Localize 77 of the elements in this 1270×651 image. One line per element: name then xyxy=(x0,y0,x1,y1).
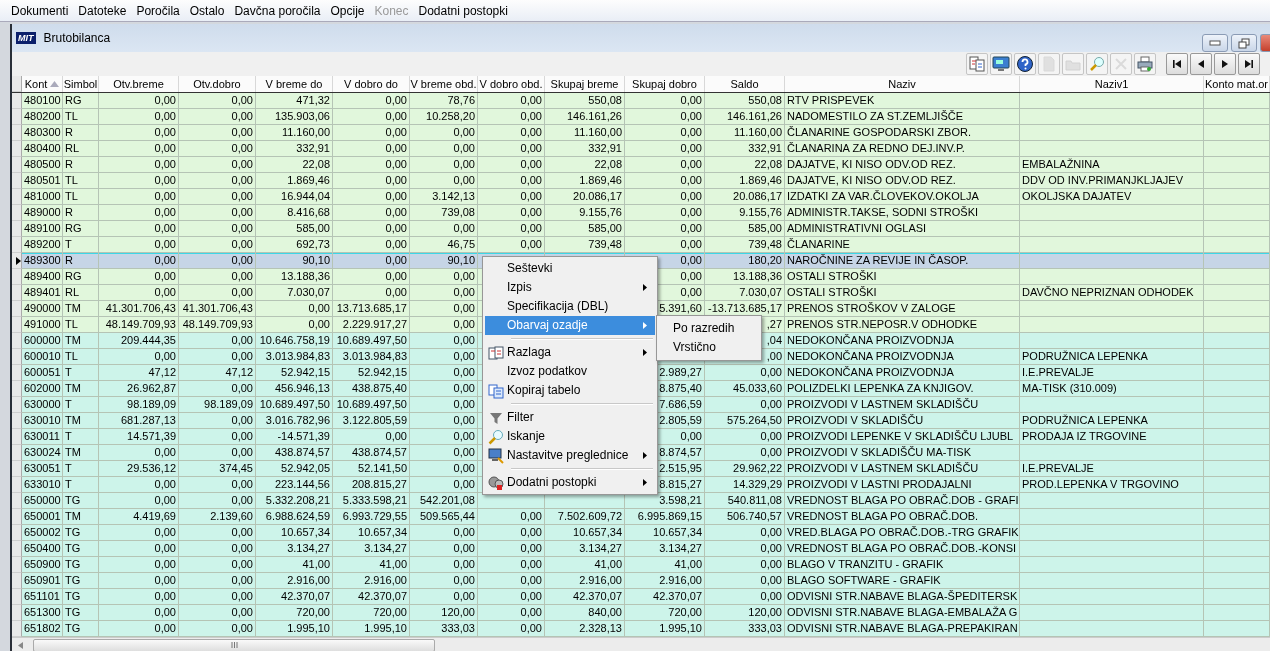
search-button[interactable] xyxy=(1086,53,1108,75)
copy-icon xyxy=(488,382,504,399)
menu-item[interactable]: Razlaga xyxy=(485,343,655,362)
split-doc-button[interactable] xyxy=(966,53,988,75)
table-row[interactable]: 650001 TM 4.419,69 2.139,60 6.988.624,59 6.993.729,55 509.565,44 0,00 7.502.609,72 6.995.869,15 506.740,57 VREDNOST BLAGA PO OBRAČ.DOB. xyxy=(12,509,1270,525)
page-icon xyxy=(1040,55,1058,73)
table-row[interactable]: 651300 TG 0,00 0,00 720,00 720,00 120,00 0,00 840,00 720,00 120,00 ODVISNI STR.NABAVE BLAGA-EMBALAŽA G xyxy=(12,605,1270,621)
table-row[interactable]: 480200 TL 0,00 0,00 135.903,06 0,00 10.258,20 0,00 146.161,26 0,00 146.161,26 NADOMESTILO ZA ST.ZEMLJIŠČE xyxy=(12,109,1270,125)
column-header[interactable]: Konto mat.or xyxy=(1204,76,1270,92)
menu-item[interactable]: Ostalo xyxy=(184,3,230,18)
table-row[interactable]: 489000 R 0,00 0,00 8.416,68 0,00 739,08 0,00 9.155,76 0,00 9.155,76 ADMINISTR.TAKSE, SODNI STROŠKI xyxy=(12,205,1270,221)
column-header[interactable]: Simbol xyxy=(63,76,99,92)
column-header[interactable]: Naziv xyxy=(785,76,1020,92)
documents-icon xyxy=(968,55,986,73)
column-header[interactable]: Kont xyxy=(22,76,63,92)
menu-item[interactable]: Dodatni postopki xyxy=(413,3,513,18)
menu-item[interactable]: Davčna poročila xyxy=(229,3,326,18)
table-row[interactable]: 489200 T 0,00 0,00 692,73 0,00 46,75 0,00 739,48 0,00 739,48 ČLANARINE xyxy=(12,237,1270,253)
restore-icon xyxy=(1238,37,1250,49)
table-row[interactable]: 480100 RG 0,00 0,00 471,32 0,00 78,76 0,00 550,08 0,00 550,08 RTV PRISPEVEK xyxy=(12,93,1270,109)
row-selector[interactable] xyxy=(12,253,22,269)
table-row[interactable]: 651802 TG 0,00 0,00 1.995,10 1.995,10 333,03 0,00 2.328,13 1.995,10 333,03 ODVISNI STR.NABAVE BLAGA-PREPAKIRAN xyxy=(12,621,1270,637)
table-row[interactable]: 481000 TL 0,00 0,00 16.944,04 0,00 3.142,13 0,00 20.086,17 0,00 20.086,17 IZDATKI ZA VAR.ČLOVEKOV.OKOLJA OKOLJSKA DAJATEV xyxy=(12,189,1270,205)
last-button[interactable] xyxy=(1238,53,1260,75)
print-button[interactable] xyxy=(1134,53,1156,75)
horizontal-scrollbar[interactable] xyxy=(12,637,1270,651)
help-icon xyxy=(1016,55,1034,73)
column-header[interactable]: Naziv1 xyxy=(1020,76,1204,92)
menu-item[interactable]: Poročila xyxy=(131,3,185,18)
scroll-left-icon[interactable] xyxy=(18,641,23,649)
column-header[interactable]: Skupaj breme xyxy=(545,76,625,92)
submenu-arrow-icon xyxy=(643,284,647,291)
table-row[interactable]: 650901 TG 0,00 0,00 2.916,00 2.916,00 0,00 0,00 2.916,00 2.916,00 0,00 BLAGO SOFTWARE - GRAFIK xyxy=(12,573,1270,589)
sort-arrow-icon xyxy=(50,81,60,87)
menu-item[interactable]: Datoteke xyxy=(73,3,132,18)
column-header[interactable]: Saldo xyxy=(705,76,785,92)
search-icon xyxy=(1088,55,1106,73)
window-title: Brutobilanca xyxy=(43,31,111,45)
help-button[interactable] xyxy=(1014,53,1036,75)
scroll-thumb[interactable] xyxy=(33,638,435,651)
table-row[interactable]: 650002 TG 0,00 0,00 10.657,34 10.657,34 0,00 0,00 10.657,34 10.657,34 0,00 VRED.BLAGA PO OBRAČ.DOB.-TRG GRAFIK xyxy=(12,525,1270,541)
table-row[interactable]: 480501 TL 0,00 0,00 1.869,46 0,00 0,00 0,00 1.869,46 0,00 1.869,46 DAJATVE, KI NISO ODV.OD REZ. DDV OD INV.PRIMANJKLJAJEV xyxy=(12,173,1270,189)
printer-icon xyxy=(1136,55,1154,73)
table-row[interactable]: 650400 TG 0,00 0,00 3.134,27 3.134,27 0,00 0,00 3.134,27 3.134,27 0,00 VREDNOST BLAGA PO OBRAČ.DOB.-KONSI xyxy=(12,541,1270,557)
prev-button[interactable] xyxy=(1190,53,1212,75)
submenu-arrow-icon xyxy=(643,452,647,459)
table-row[interactable]: 651101 TG 0,00 0,00 42.370,07 42.370,07 0,00 0,00 42.370,07 42.370,07 0,00 ODVISNI STR.NABAVE BLAGA-ŠPEDITERSK xyxy=(12,589,1270,605)
submenu-arrow-icon xyxy=(643,349,647,356)
app-logo: MIT xyxy=(16,32,36,44)
submenu-arrow-icon xyxy=(643,322,647,329)
minimize-icon xyxy=(1209,40,1221,46)
table-row[interactable]: 480500 R 0,00 0,00 22,08 0,00 0,00 0,00 22,08 0,00 22,08 DAJATVE, KI NISO ODV.OD REZ. EMBALAŽNINA xyxy=(12,157,1270,173)
first-button[interactable] xyxy=(1166,53,1188,75)
column-header[interactable]: Otv.dobro xyxy=(179,76,256,92)
table-row[interactable]: 489100 RG 0,00 0,00 585,00 0,00 0,00 0,00 585,00 0,00 585,00 ADMINISTRATIVNI OGLASI xyxy=(12,221,1270,237)
row-pointer-icon xyxy=(16,256,21,265)
column-header[interactable]: V breme do xyxy=(256,76,333,92)
search-icon xyxy=(488,428,504,445)
table-row[interactable]: 480300 R 0,00 0,00 11.160,00 0,00 0,00 0,00 11.160,00 0,00 11.160,00 ČLANARINE GOSPODARSKI ZBOR. xyxy=(12,125,1270,141)
monitor-icon xyxy=(488,447,504,464)
restore-button[interactable] xyxy=(1231,34,1257,52)
monitor-button[interactable] xyxy=(990,53,1012,75)
column-header[interactable]: V breme obd. xyxy=(410,76,478,92)
gears-icon xyxy=(488,474,504,491)
column-header[interactable]: V dobro do xyxy=(333,76,410,92)
menu-item[interactable]: Opcije xyxy=(325,3,370,18)
book-icon xyxy=(488,344,504,361)
monitor-icon xyxy=(992,55,1010,73)
table-row[interactable]: 650000 TG 0,00 0,00 5.332.208,21 5.333.598,21 542.201,08 3.598,21 540.811,08 VREDNOST BLAGA PO OBRAČ.DOB - GRAFI xyxy=(12,493,1270,509)
table-row[interactable]: 480400 RL 0,00 0,00 332,91 0,00 0,00 0,00 332,91 0,00 332,91 ČLANARINA ZA REDNO DEJ.INV.P. xyxy=(12,141,1270,157)
submenu-arrow-icon xyxy=(643,479,647,486)
next-button[interactable] xyxy=(1214,53,1236,75)
column-header[interactable]: Skupaj dobro xyxy=(625,76,705,92)
column-header[interactable]: Otv.breme xyxy=(99,76,179,92)
column-header[interactable]: V dobro obd. xyxy=(478,76,545,92)
table-row[interactable]: 650900 TG 0,00 0,00 41,00 41,00 0,00 0,00 41,00 41,00 0,00 BLAGO V TRANZITU - GRAFIK xyxy=(12,557,1270,573)
menu-item[interactable]: Dokumenti xyxy=(6,3,74,18)
